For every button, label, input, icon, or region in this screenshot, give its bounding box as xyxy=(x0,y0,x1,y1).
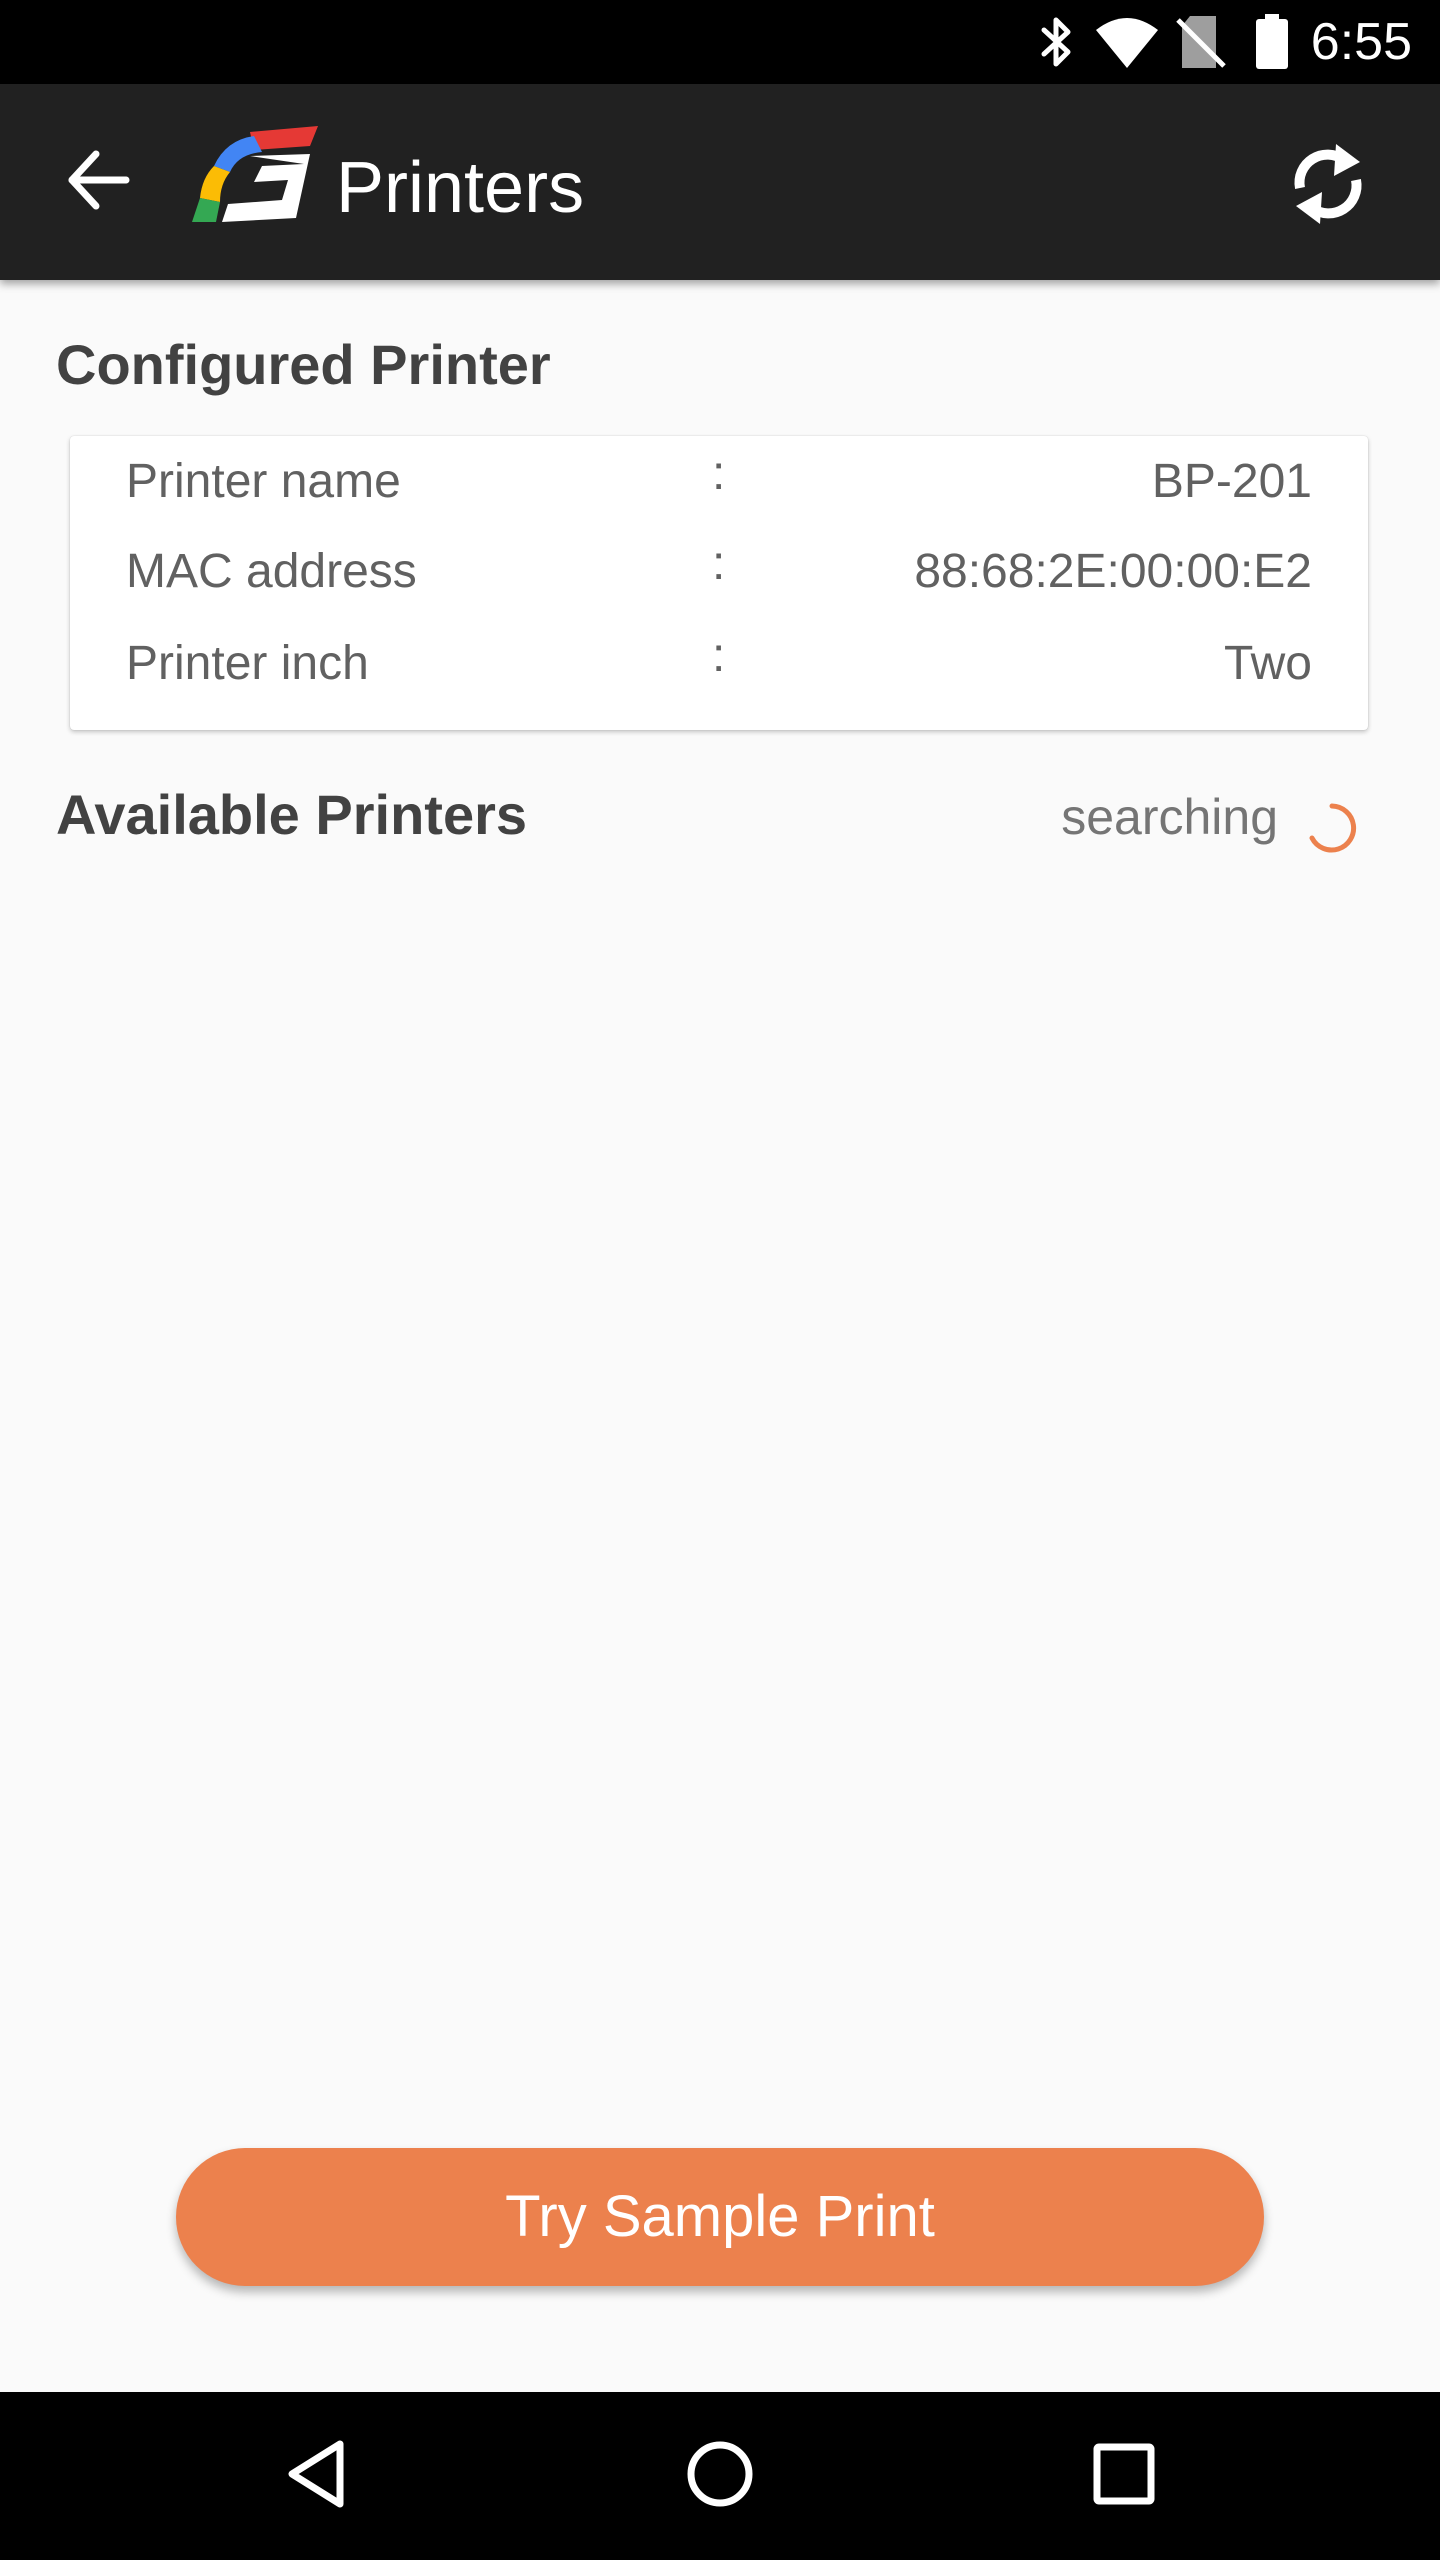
try-sample-print-button[interactable]: Try Sample Print xyxy=(176,2148,1264,2286)
app-logo xyxy=(192,126,320,226)
no-sim-icon xyxy=(1176,14,1226,75)
arrow-back-icon xyxy=(66,150,130,215)
app-bar: Printers xyxy=(0,84,1440,280)
printer-inch-row: Printer inch : Two xyxy=(70,618,1368,708)
refresh-button[interactable] xyxy=(1270,128,1386,244)
wifi-icon xyxy=(1094,14,1160,75)
bluetooth-icon xyxy=(1036,14,1076,75)
back-button[interactable] xyxy=(50,134,146,230)
searching-status: searching xyxy=(1061,789,1278,845)
separator: : xyxy=(712,447,726,500)
printer-inch-value: Two xyxy=(1223,637,1312,690)
nav-recents-button[interactable] xyxy=(1076,2428,1172,2524)
loading-spinner-icon xyxy=(1306,802,1358,854)
app-title: Printers xyxy=(336,148,585,228)
separator: : xyxy=(712,629,726,682)
navigation-bar xyxy=(0,2392,1440,2560)
status-bar: 6:55 xyxy=(0,0,1440,84)
refresh-icon xyxy=(1288,136,1368,237)
printer-name-label: Printer name xyxy=(126,455,401,508)
mac-address-row: MAC address : 88:68:2E:00:00:E2 xyxy=(70,526,1368,616)
available-printers-heading: Available Printers xyxy=(56,783,528,846)
printer-name-row: Printer name : BP-201 xyxy=(70,436,1368,526)
nav-back-icon xyxy=(284,2438,348,2515)
battery-icon xyxy=(1254,14,1290,75)
printer-name-value: BP-201 xyxy=(1151,455,1312,508)
nav-home-button[interactable] xyxy=(672,2428,768,2524)
nav-recents-icon xyxy=(1092,2442,1156,2511)
separator: : xyxy=(712,537,726,590)
status-time: 6:55 xyxy=(1310,13,1412,71)
configured-printer-card: Printer name : BP-201 MAC address : 88:6… xyxy=(70,436,1368,730)
nav-back-button[interactable] xyxy=(268,2428,364,2524)
mac-address-value: 88:68:2E:00:00:E2 xyxy=(914,545,1312,598)
nav-home-icon xyxy=(684,2438,756,2515)
mac-address-label: MAC address xyxy=(126,545,417,598)
configured-printer-heading: Configured Printer xyxy=(56,333,551,396)
printer-inch-label: Printer inch xyxy=(126,637,369,690)
